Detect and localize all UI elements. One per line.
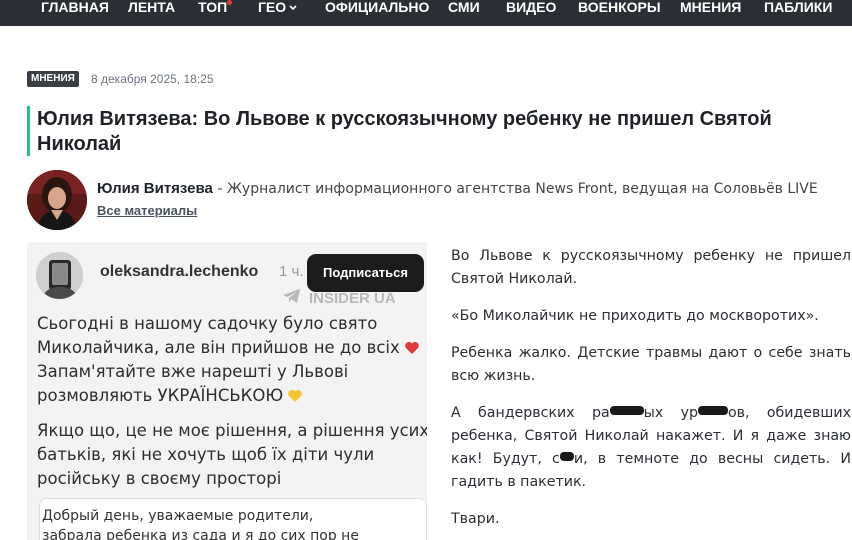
nav-item-official[interactable]: ОФИЦИАЛЬНО <box>325 0 429 20</box>
telegram-icon <box>283 289 300 303</box>
paragraph-fragment: ых ур <box>643 405 698 421</box>
nav-item-publics[interactable]: ПАБЛИКИ <box>764 0 832 20</box>
article-paragraph: Твари. <box>451 511 500 527</box>
category-tag[interactable]: МНЕНИЯ <box>27 71 79 87</box>
quoted-line: забрала ребенка из сада и я до сих пор н… <box>42 528 359 540</box>
post-time: 1 ч. <box>279 263 304 280</box>
post-username: oleksandra.lechenko <box>100 263 259 280</box>
post-line: російську в своєму просторі <box>37 469 282 488</box>
paragraph-fragment: А бандервских ра <box>451 405 610 421</box>
nav-item-war-correspondents[interactable]: ВОЕНКОРЫ <box>578 0 661 20</box>
all-materials-link[interactable]: Все материалы <box>97 203 197 218</box>
nav-item-video[interactable]: ВИДЕО <box>506 0 556 20</box>
quoted-message-text: Добрый день, уважаемые родители, забрала… <box>42 506 359 540</box>
post-line: Миколайчика, але він прийшов не до всіх <box>37 336 420 360</box>
quoted-line: Добрый день, уважаемые родители, <box>42 508 314 524</box>
post-line-text: Миколайчика, але він прийшов не до всіх <box>37 338 400 357</box>
nav-item-media[interactable]: СМИ <box>448 0 480 20</box>
post-line: Якщо що, це не моє рішення, а рішення ус… <box>37 421 427 440</box>
article-body: Во Львове к русскоязычному ребенку не пр… <box>451 245 851 540</box>
page-title: Юлия Витязева: Во Львове к русскоязычном… <box>37 108 772 155</box>
article-paragraph: «Бо Миколайчик не приходить до москворот… <box>451 308 819 324</box>
post-line: батьків, які не хочуть щоб їх діти чули <box>37 445 375 464</box>
top-navigation: ГЛАВНАЯ ЛЕНТА ТОП ГЕО ОФИЦИАЛЬНО СМИ ВИД… <box>0 0 852 26</box>
nav-item-main[interactable]: ГЛАВНАЯ <box>41 0 109 20</box>
post-line: Запам'ятайте вже нарешті у Львові <box>37 362 349 381</box>
post-line-text: розмовляють УКРАЇНСЬКОЮ <box>37 386 284 405</box>
redaction-mark <box>697 406 728 415</box>
nav-item-opinions[interactable]: МНЕНИЯ <box>680 0 741 20</box>
redaction-mark <box>609 406 644 415</box>
post-line: Сьогодні в нашому садочку було свято <box>37 314 378 333</box>
publish-date: 8 декабря 2025, 18:25 <box>91 72 214 86</box>
author-photo <box>27 170 87 230</box>
post-paragraph-2: Якщо що, це не моє рішення, а рішення ус… <box>37 419 427 491</box>
heart-icon <box>405 342 419 354</box>
embedded-post-screenshot: oleksandra.lechenko 1 ч. Подписаться INS… <box>27 242 427 540</box>
nav-item-feed[interactable]: ЛЕНТА <box>128 0 175 20</box>
article-paragraph: Ребенка жалко. Детские травмы дают о себ… <box>451 345 851 384</box>
nav-item-geo-label: ГЕО <box>258 0 287 15</box>
author-name[interactable]: Юлия Витязева <box>97 180 213 197</box>
chevron-down-icon <box>289 5 297 10</box>
author-description: - Журналист информационного агентства Ne… <box>212 181 818 197</box>
post-avatar <box>36 252 83 299</box>
post-paragraph-1: Сьогодні в нашому садочку було свято Мик… <box>37 312 420 408</box>
author-avatar[interactable] <box>27 170 87 230</box>
author-line: Юлия Витязева - Журналист информационног… <box>97 180 818 197</box>
post-line: розмовляють УКРАЇНСЬКОЮ <box>37 384 420 408</box>
new-indicator-dot <box>227 0 232 5</box>
yellow-heart-icon <box>288 390 302 402</box>
redaction-mark <box>559 452 574 461</box>
watermark-text: INSIDER UA <box>309 290 396 307</box>
subscribe-button: Подписаться <box>307 254 424 292</box>
nav-item-top[interactable]: ТОП <box>198 0 227 20</box>
article-paragraph: Во Львове к русскоязычному ребенку не пр… <box>451 248 851 287</box>
article-paragraph: А бандервских ра ых ур ов, обидевших ребен… <box>451 402 851 494</box>
nav-item-geo[interactable]: ГЕО <box>258 0 297 20</box>
title-accent-bar <box>27 106 30 156</box>
